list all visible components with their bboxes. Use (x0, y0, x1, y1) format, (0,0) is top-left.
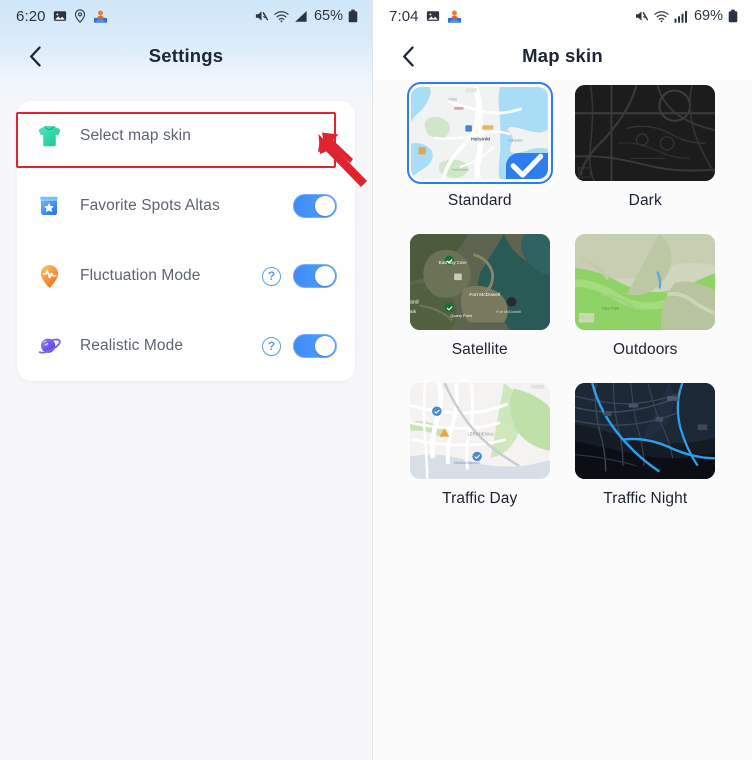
map-skin-label: Traffic Night (603, 490, 688, 507)
planet-icon (34, 331, 64, 361)
chevron-left-icon (29, 45, 41, 67)
svg-text:LERCHENAU: LERCHENAU (467, 432, 493, 437)
svg-text:Fort McDowell: Fort McDowell (496, 310, 521, 314)
svg-text:and: and (410, 300, 419, 306)
ticket-star-icon (34, 191, 64, 221)
battery-percent: 69% (693, 8, 723, 24)
map-skin-option-dark[interactable]: Dark (571, 82, 719, 210)
thumbnail-traffic-night (575, 383, 716, 479)
signal-icon (294, 10, 308, 23)
status-bar-right-group: 69% (634, 8, 738, 24)
chevron-right-icon: › (329, 126, 335, 146)
svg-text:Quarry Point: Quarry Point (450, 314, 472, 318)
status-bar-left-group: 7:04 (389, 8, 462, 25)
mute-icon (634, 9, 649, 23)
status-bar-right-group: 65% (254, 8, 358, 24)
battery-percent: 65% (313, 8, 343, 24)
map-skin-label: Dark (628, 192, 662, 209)
settings-row-label: Fluctuation Mode (80, 267, 201, 284)
settings-row-realistic-mode[interactable]: Realistic Mode ? (17, 311, 355, 381)
svg-text:Kulosaari: Kulosaari (509, 138, 523, 142)
pin-pulse-icon (34, 261, 64, 291)
thumbnail-dark (575, 85, 716, 181)
map-person-icon (93, 9, 108, 24)
toggle-realistic-mode[interactable] (293, 334, 337, 358)
map-skin-grid: Helsinki Töölö Kulosaari Kaivopuisto Sta… (373, 82, 752, 508)
map-skin-label: Satellite (451, 341, 508, 358)
location-pin-icon (74, 9, 86, 24)
image-icon (426, 9, 440, 23)
thumbnail-standard: Helsinki Töölö Kulosaari Kaivopuisto (411, 86, 549, 180)
navbar-map-skin: Map skin (373, 32, 752, 80)
navbar-settings: Settings (0, 32, 372, 80)
wifi-icon (654, 10, 669, 23)
battery-icon (728, 9, 738, 23)
map-skin-option-traffic-night[interactable]: Traffic Night (571, 380, 719, 508)
check-icon (510, 154, 544, 179)
status-bar-left: 6:20 65% (0, 0, 372, 32)
svg-text:Glen Park: Glen Park (602, 306, 619, 310)
svg-text:Töölö: Töölö (449, 97, 458, 101)
clock: 6:20 (16, 7, 46, 25)
settings-row-favorite-spots-altas[interactable]: Favorite Spots Altas (17, 171, 355, 241)
map-skin-label: Traffic Day (442, 490, 518, 507)
svg-text:ark: ark (410, 309, 417, 314)
svg-text:Kaivopuisto: Kaivopuisto (453, 167, 470, 171)
map-skin-option-standard[interactable]: Helsinki Töölö Kulosaari Kaivopuisto Sta… (406, 82, 554, 210)
thumbnail-frame-dark (572, 82, 718, 184)
status-bar-left-group: 6:20 (16, 8, 108, 25)
page-title-map-skin: Map skin (522, 45, 603, 66)
thumbnail-frame-traffic-night (572, 380, 718, 482)
settings-row-label: Favorite Spots Altas (80, 197, 220, 214)
toggle-knob (315, 336, 335, 356)
thumbnail-traffic-day: LERCHENAU Nordbad Bahnhof (409, 383, 550, 479)
thumbnail-satellite: East Bay Cove Fort McDowell Quarry Point… (409, 234, 550, 330)
mute-icon (254, 9, 269, 23)
help-icon-fluctuation-mode[interactable]: ? (262, 266, 281, 286)
svg-text:East Bay Cove: East Bay Cove (439, 260, 468, 265)
map-skin-label: Outdoors (612, 341, 678, 358)
map-skin-option-satellite[interactable]: East Bay Cove Fort McDowell Quarry Point… (406, 231, 554, 359)
map-skin-option-traffic-day[interactable]: LERCHENAU Nordbad Bahnhof Traffic Day (406, 380, 554, 508)
map-skin-label: Standard (447, 192, 512, 209)
status-bar-right: 7:04 69% (373, 0, 752, 32)
thumbnail-frame-traffic-day: LERCHENAU Nordbad Bahnhof (407, 380, 553, 482)
back-button-settings[interactable] (22, 43, 48, 69)
battery-icon (348, 9, 358, 23)
thumbnail-outdoors: Glen Park Ridge Trl (575, 234, 716, 330)
back-button-map-skin[interactable] (395, 43, 421, 69)
svg-text:Helsinki: Helsinki (471, 136, 491, 142)
settings-row-select-map-skin[interactable]: Select map skin › (17, 101, 355, 171)
map-skin-option-outdoors[interactable]: Glen Park Ridge Trl Outdoors (571, 231, 719, 359)
settings-screen: 6:20 65% Settings Select map skin › Favo… (0, 0, 372, 760)
thumbnail-frame-satellite: East Bay Cove Fort McDowell Quarry Point… (407, 231, 553, 333)
toggle-favorite-spots-altas[interactable] (293, 194, 337, 218)
wifi-icon (274, 10, 289, 23)
map-skin-screen: 7:04 69% Map skin Helsinki Töölö Kulosaa… (372, 0, 752, 760)
settings-row-label: Select map skin (80, 127, 191, 144)
toggle-knob (315, 266, 335, 286)
thumbnail-frame-outdoors: Glen Park Ridge Trl (572, 231, 718, 333)
svg-text:Fort McDowell: Fort McDowell (469, 292, 500, 298)
selected-check-badge (506, 153, 549, 180)
clock: 7:04 (389, 7, 419, 25)
signal-icon (674, 10, 688, 23)
thumbnail-frame-standard: Helsinki Töölö Kulosaari Kaivopuisto (406, 82, 553, 184)
settings-card: Select map skin › Favorite Spots Altas F… (17, 101, 355, 381)
screenshot-root: 6:20 65% Settings Select map skin › Favo… (0, 0, 752, 760)
svg-text:Nordbad Bahnhof: Nordbad Bahnhof (454, 461, 480, 465)
toggle-fluctuation-mode[interactable] (293, 264, 337, 288)
image-icon (53, 9, 67, 23)
chevron-left-icon (402, 45, 414, 67)
toggle-knob (315, 196, 335, 216)
settings-row-fluctuation-mode[interactable]: Fluctuation Mode ? (17, 241, 355, 311)
map-person-icon (447, 9, 462, 24)
page-title-settings: Settings (148, 45, 224, 66)
tshirt-icon (34, 121, 64, 151)
settings-row-label: Realistic Mode (80, 337, 184, 354)
help-icon-realistic-mode[interactable]: ? (262, 336, 281, 356)
